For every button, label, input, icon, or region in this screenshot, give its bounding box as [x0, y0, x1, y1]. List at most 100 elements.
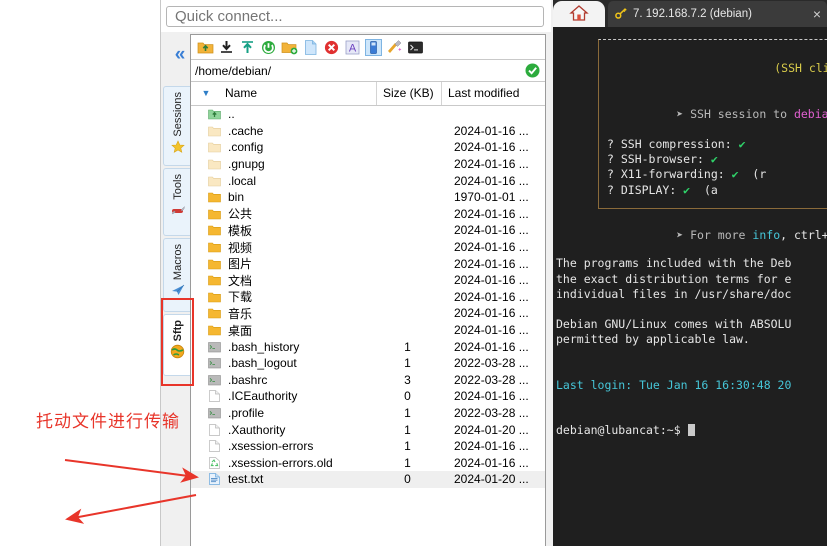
- folder-light-icon: [191, 175, 224, 187]
- table-row[interactable]: 桌面 2024-01-16 ...: [191, 322, 545, 339]
- file-name: .Xauthority: [228, 422, 286, 437]
- folder-light-icon: [191, 158, 224, 170]
- file-modified: 2024-01-16 ...: [454, 289, 529, 304]
- column-header-name[interactable]: Name: [221, 82, 377, 105]
- table-row[interactable]: .xsession-errors.old 1 2024-01-16 ...: [191, 454, 545, 471]
- file-name: .gnupg: [228, 157, 265, 172]
- file-name: 公共: [228, 207, 253, 222]
- banner-session-user: debian: [793, 106, 827, 121]
- table-row[interactable]: bin 1970-01-01 ...: [191, 189, 545, 206]
- terminal-line: individual files in /usr/share/doc: [556, 286, 792, 301]
- file-name: .bash_history: [228, 339, 300, 354]
- home-icon: [569, 4, 589, 25]
- sidebar-item-macros[interactable]: Macros: [163, 238, 191, 312]
- file-modified: 2024-01-16 ...: [454, 306, 529, 321]
- key-icon: [614, 6, 628, 23]
- terminal-line: Debian GNU/Linux comes with ABSOLU: [556, 317, 792, 332]
- column-header-size[interactable]: Size (KB): [377, 82, 442, 105]
- table-row[interactable]: .ICEauthority 0 2024-01-16 ...: [191, 388, 545, 405]
- file-size: 3: [404, 372, 411, 387]
- table-row[interactable]: 音乐 2024-01-16 ...: [191, 305, 545, 322]
- collapse-sidebar-icon[interactable]: «: [169, 44, 191, 66]
- terminal-text-lines: The programs included with the Deb the ex…: [556, 256, 827, 347]
- file-modified: 2024-01-16 ...: [454, 323, 529, 338]
- table-row[interactable]: .local 2024-01-16 ...: [191, 172, 545, 189]
- sidebar-item-tools[interactable]: Tools: [163, 168, 191, 236]
- table-row[interactable]: .config 2024-01-16 ...: [191, 139, 545, 156]
- table-row[interactable]: 模板 2024-01-16 ...: [191, 222, 545, 239]
- terminal-cursor: [687, 424, 695, 437]
- banner-feature-sep: :: [697, 152, 711, 167]
- sftp-file-list[interactable]: .. .cache 2024-01-16 ... .config 2024-01-16 …: [191, 106, 545, 546]
- text-mode-icon[interactable]: A: [344, 39, 361, 56]
- table-row[interactable]: 公共 2024-01-16 ...: [191, 206, 545, 223]
- table-row[interactable]: test.txt 0 2024-01-20 ...: [191, 471, 545, 488]
- banner-feature-label: ? SSH compression: [607, 137, 725, 152]
- download-icon[interactable]: [218, 39, 235, 56]
- folder-light-icon: [191, 125, 224, 137]
- sftp-path-bar[interactable]: /home/debian/: [191, 60, 545, 82]
- table-row[interactable]: .Xauthority 1 2024-01-20 ...: [191, 421, 545, 438]
- file-name: 文档: [228, 273, 253, 288]
- file-name: .config: [228, 140, 264, 155]
- folder-icon: [191, 274, 224, 286]
- delete-icon[interactable]: [323, 39, 340, 56]
- terminal-tail-output: The programs included with the Deb the ex…: [556, 226, 827, 469]
- file-modified: 2024-01-16 ...: [454, 157, 529, 172]
- sidebar-item-sftp[interactable]: Sftp: [163, 314, 191, 376]
- table-row[interactable]: 下载 2024-01-16 ...: [191, 289, 545, 306]
- file-name: .xsession-errors.old: [228, 455, 333, 470]
- new-folder-icon[interactable]: [281, 39, 298, 56]
- new-file-icon[interactable]: [302, 39, 319, 56]
- file-modified: 2022-03-28 ...: [454, 356, 529, 371]
- permissions-icon[interactable]: [386, 39, 403, 56]
- file-modified: 2024-01-16 ...: [454, 256, 529, 271]
- table-row[interactable]: ..: [191, 106, 545, 123]
- terminal-session-tab[interactable]: 7. 192.168.7.2 (debian) ×: [608, 1, 827, 27]
- sftp-toolbar: A: [191, 35, 545, 60]
- table-row[interactable]: .bash_logout 1 2022-03-28 ...: [191, 355, 545, 372]
- table-row[interactable]: .cache 2024-01-16 ...: [191, 123, 545, 140]
- file-name: test.txt: [228, 472, 264, 487]
- file-name: 视频: [228, 240, 253, 255]
- table-row[interactable]: .gnupg 2024-01-16 ...: [191, 156, 545, 173]
- table-row[interactable]: .xsession-errors 1 2024-01-16 ...: [191, 438, 545, 455]
- open-terminal-icon[interactable]: [407, 39, 424, 56]
- script-file-icon: [191, 341, 224, 353]
- quick-connect-bar: [161, 0, 551, 32]
- table-row[interactable]: 视频 2024-01-16 ...: [191, 239, 545, 256]
- table-row[interactable]: .profile 1 2022-03-28 ...: [191, 405, 545, 422]
- table-row[interactable]: .bash_history 1 2024-01-16 ...: [191, 338, 545, 355]
- svg-text:A: A: [349, 42, 357, 54]
- quick-connect-input[interactable]: [166, 6, 544, 27]
- table-row[interactable]: .bashrc 3 2022-03-28 ...: [191, 372, 545, 389]
- table-row[interactable]: 图片 2024-01-16 ...: [191, 255, 545, 272]
- home-tab[interactable]: [553, 1, 605, 27]
- terminal-line: permitted by applicable law.: [556, 332, 750, 347]
- sidebar-item-sessions[interactable]: Sessions: [163, 86, 191, 166]
- recycle-file-icon: [191, 456, 224, 469]
- banner-feature-list: ? SSH compression: ✔? SSH-browser: ✔? X1…: [607, 137, 827, 198]
- parent-folder-icon: [191, 108, 224, 120]
- close-icon[interactable]: ×: [807, 6, 821, 22]
- terminal-output[interactable]: ? Mo (SSH client, X-s ➤ SSH session to d…: [553, 27, 827, 546]
- file-modified: 2024-01-16 ...: [454, 339, 529, 354]
- folder-icon: [191, 191, 224, 203]
- file-modified: 2024-01-16 ...: [454, 223, 529, 238]
- refresh-icon[interactable]: [260, 39, 277, 56]
- parent-folder-icon[interactable]: [197, 39, 214, 56]
- banner-feature-label: ? SSH-browser: [607, 152, 698, 167]
- file-name: .local: [228, 173, 257, 188]
- file-size: 1: [404, 339, 411, 354]
- file-name: .ICEauthority: [228, 389, 298, 404]
- file-name: 图片: [228, 257, 253, 272]
- file-modified: 2022-03-28 ...: [454, 405, 529, 420]
- banner-feature-row: ? DISPLAY: ✔ (a: [607, 183, 827, 198]
- binary-mode-icon[interactable]: [365, 38, 382, 56]
- table-row[interactable]: 文档 2024-01-16 ...: [191, 272, 545, 289]
- sort-indicator-icon[interactable]: ▼: [191, 82, 221, 105]
- file-modified: 2024-01-16 ...: [454, 123, 529, 138]
- column-header-modified[interactable]: Last modified: [442, 82, 545, 105]
- sftp-path-value: /home/debian/: [195, 63, 272, 78]
- upload-icon[interactable]: [239, 39, 256, 56]
